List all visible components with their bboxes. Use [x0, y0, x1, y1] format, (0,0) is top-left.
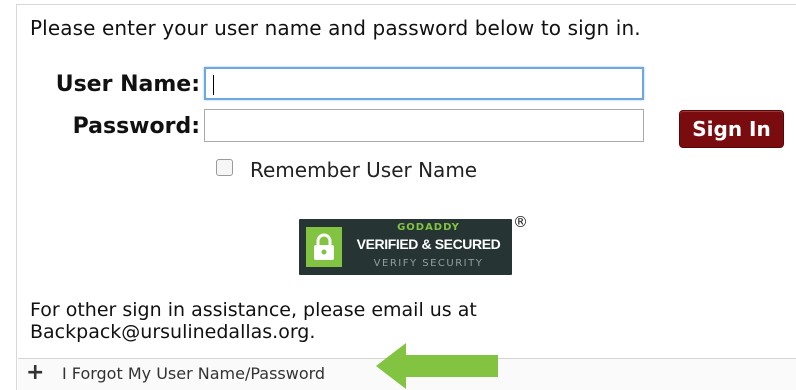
badge-title: VERIFIED & SECURED [356, 236, 501, 252]
registered-mark: ® [513, 213, 528, 231]
intro-text: Please enter your user name and password… [30, 16, 641, 40]
password-label: Password: [72, 114, 200, 139]
assistance-email: Backpack@ursulinedallas.org. [30, 321, 316, 343]
badge-brand: GODADDY [397, 222, 460, 233]
password-input[interactable] [204, 109, 644, 142]
lock-icon [314, 233, 334, 260]
assistance-text: For other sign in assistance, please ema… [30, 299, 590, 343]
username-label: User Name: [55, 72, 200, 97]
badge-subtitle: VERIFY SECURITY [373, 258, 484, 269]
remember-username-checkbox[interactable] [216, 159, 233, 176]
sign-in-button[interactable]: Sign In [679, 110, 784, 148]
assistance-line-1: For other sign in assistance, please ema… [30, 299, 477, 321]
green-arrow-icon [376, 343, 498, 389]
lock-icon-box [306, 227, 342, 267]
expand-icon[interactable]: + [26, 362, 44, 384]
text-caret [213, 75, 214, 95]
forgot-password-link[interactable]: I Forgot My User Name/Password [62, 364, 325, 383]
godaddy-verified-badge[interactable]: GODADDY VERIFIED & SECURED VERIFY SECURI… [299, 219, 512, 275]
remember-username-label[interactable]: Remember User Name [250, 158, 477, 182]
username-input[interactable] [204, 67, 644, 100]
